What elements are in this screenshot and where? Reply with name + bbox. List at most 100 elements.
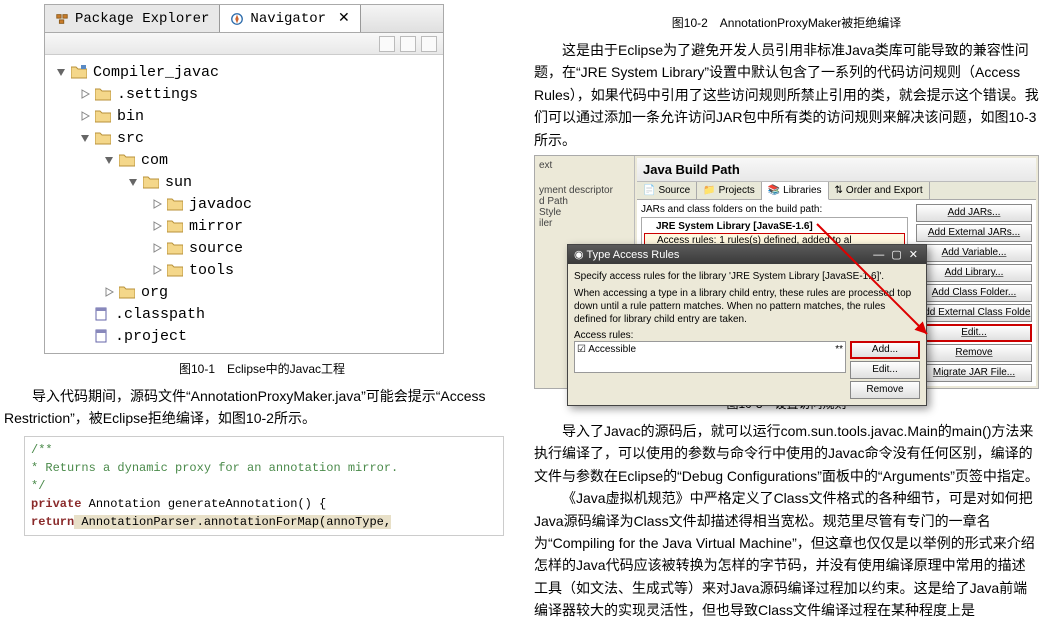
paragraph: 导入了Javac的源码后，就可以运行com.sun.tools.javac.Ma… [534, 420, 1039, 487]
disclosure-closed-icon[interactable] [151, 198, 163, 210]
folder-icon [95, 109, 111, 123]
node-label: src [117, 130, 144, 147]
type-access-rules-dialog: ◉ Type Access Rules — ▢ ✕ Specify access… [567, 244, 927, 406]
order-icon: ⇅ [835, 185, 843, 196]
link-icon[interactable] [400, 36, 416, 52]
folder-icon [119, 153, 135, 167]
source-icon: 📄 [643, 185, 655, 196]
tree-node[interactable]: sun [49, 171, 439, 193]
edit-button[interactable]: Edit... [916, 324, 1032, 342]
remove-button[interactable]: Remove [916, 344, 1032, 362]
add-external-jars-button[interactable]: Add External JARs... [916, 224, 1032, 242]
disclosure-open-icon[interactable] [79, 132, 91, 144]
figure-caption: 图10-2 AnnotationProxyMaker被拒绝编译 [534, 14, 1039, 31]
dialog-description: When accessing a type in a library child… [574, 287, 920, 326]
jbp-tabs: 📄Source 📁Projects 📚Libraries ⇅Order and … [637, 182, 1036, 200]
button-column: Add JARs... Add External JARs... Add Var… [912, 204, 1032, 382]
menu-icon[interactable] [421, 36, 437, 52]
tree-node[interactable]: mirror [49, 215, 439, 237]
disclosure-open-icon[interactable] [127, 176, 139, 188]
disclosure-closed-icon[interactable] [79, 88, 91, 100]
code-line: */ [31, 477, 497, 495]
rules-list: ☑ Accessible ** [574, 341, 846, 373]
tree-item[interactable]: JRE System Library [JavaSE-1.6] [644, 220, 905, 233]
disclosure-closed-icon[interactable] [151, 264, 163, 276]
libraries-icon: 📚 [768, 185, 780, 196]
project-icon [71, 65, 87, 79]
package-explorer-panel: Package Explorer Navigator ✕ Compiler_ja… [44, 4, 444, 354]
tree-node[interactable]: bin [49, 105, 439, 127]
folder-icon [167, 197, 183, 211]
close-icon[interactable]: ✕ [338, 10, 350, 27]
add-variable-button[interactable]: Add Variable... [916, 244, 1032, 262]
tree-node-root[interactable]: Compiler_javac [49, 61, 439, 83]
tree-node[interactable]: .project [49, 325, 439, 347]
node-label: tools [189, 262, 234, 279]
dlg-edit-button[interactable]: Edit... [850, 361, 920, 379]
dlg-add-button[interactable]: Add... [850, 341, 920, 359]
node-label: bin [117, 108, 144, 125]
tree-node[interactable]: javadoc [49, 193, 439, 215]
folder-icon [167, 263, 183, 277]
tab-navigator[interactable]: Navigator ✕ [220, 5, 360, 32]
tab-libraries[interactable]: 📚Libraries [762, 182, 829, 200]
disclosure-closed-icon[interactable] [151, 242, 163, 254]
add-external-class-folder-button[interactable]: Add External Class Folde [916, 304, 1032, 322]
folder-icon [167, 241, 183, 255]
rules-label: Access rules: [574, 330, 920, 341]
disclosure-closed-icon[interactable] [103, 286, 115, 298]
folder-icon [119, 285, 135, 299]
compass-icon [230, 12, 244, 26]
add-library-button[interactable]: Add Library... [916, 264, 1032, 282]
panel-title: Java Build Path [637, 158, 1036, 182]
tab-source[interactable]: 📄Source [637, 182, 697, 199]
code-line: /** [31, 441, 497, 459]
collapse-icon[interactable] [379, 36, 395, 52]
code-line: return AnnotationParser.annotationForMap… [31, 513, 497, 531]
tree-node[interactable]: src [49, 127, 439, 149]
tree-node[interactable]: source [49, 237, 439, 259]
migrate-jar-button[interactable]: Migrate JAR File... [916, 364, 1032, 382]
dlg-remove-button[interactable]: Remove [850, 381, 920, 399]
node-label: javadoc [189, 196, 252, 213]
cat-item[interactable]: d Path [539, 196, 630, 207]
tab-package-explorer[interactable]: Package Explorer [45, 5, 220, 32]
window-controls[interactable]: — ▢ ✕ [873, 248, 920, 261]
tree-node[interactable]: tools [49, 259, 439, 281]
cat-item[interactable]: yment descriptor [539, 185, 630, 196]
node-label: .classpath [115, 306, 205, 323]
file-tree: Compiler_javac .settings bin src com [45, 55, 443, 353]
node-label: sun [165, 174, 192, 191]
java-build-path-panel: ext yment descriptor d Path Style iler J… [534, 155, 1039, 389]
node-label: mirror [189, 218, 243, 235]
disclosure-open-icon[interactable] [103, 154, 115, 166]
disclosure-open-icon[interactable] [55, 66, 67, 78]
cat-item[interactable]: iler [539, 218, 630, 229]
folder-icon [95, 131, 111, 145]
tab-bar: Package Explorer Navigator ✕ [45, 5, 443, 33]
node-label: com [141, 152, 168, 169]
dialog-title: ◉ Type Access Rules [574, 248, 679, 261]
add-jars-button[interactable]: Add JARs... [916, 204, 1032, 222]
cat-item[interactable]: ext [539, 160, 630, 171]
cat-item[interactable]: Style [539, 207, 630, 218]
file-icon [95, 329, 109, 343]
file-icon [95, 307, 109, 321]
tree-node[interactable]: .classpath [49, 303, 439, 325]
disclosure-closed-icon[interactable] [151, 220, 163, 232]
tree-node[interactable]: com [49, 149, 439, 171]
disclosure-closed-icon[interactable] [79, 110, 91, 122]
node-label: .project [115, 328, 187, 345]
package-icon [55, 12, 69, 26]
tree-node[interactable]: org [49, 281, 439, 303]
tab-label: Navigator [250, 11, 326, 27]
tab-order[interactable]: ⇅Order and Export [829, 182, 930, 199]
tab-projects[interactable]: 📁Projects [697, 182, 762, 199]
rule-row[interactable]: ☑ Accessible ** [577, 344, 843, 355]
folder-icon [143, 175, 159, 189]
tree-node[interactable]: .settings [49, 83, 439, 105]
node-label: org [141, 284, 168, 301]
add-class-folder-button[interactable]: Add Class Folder... [916, 284, 1032, 302]
code-line: private Annotation generateAnnotation() … [31, 495, 497, 513]
figure-caption: 图10-1 Eclipse中的Javac工程 [4, 360, 520, 377]
